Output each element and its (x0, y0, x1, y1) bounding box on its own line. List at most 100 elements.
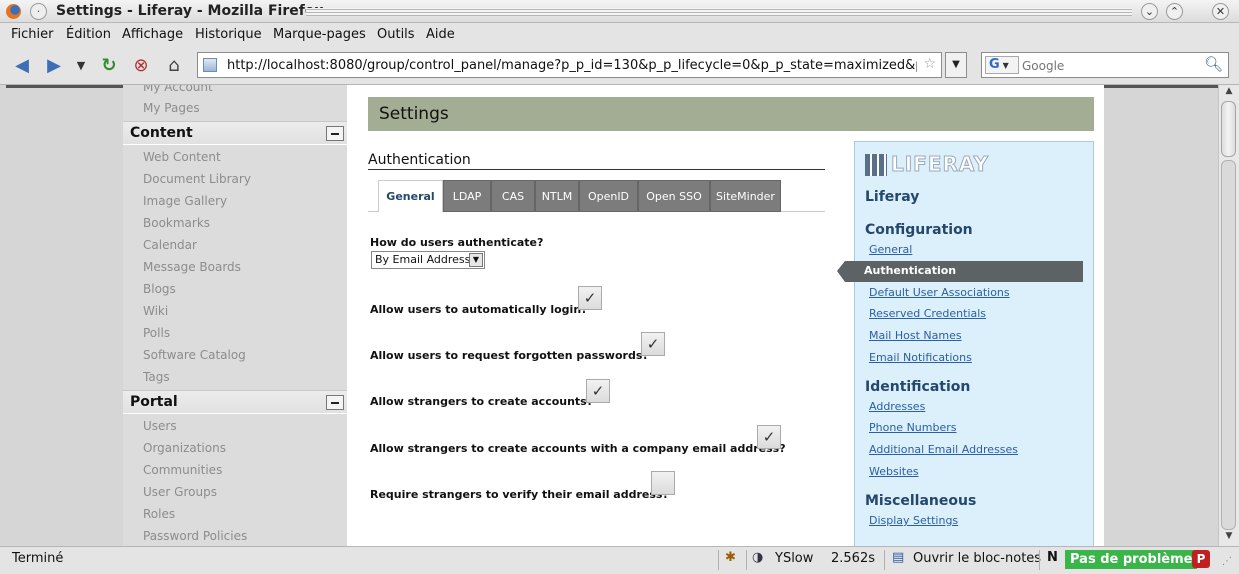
section-divider (368, 169, 825, 170)
health-status-badge[interactable]: Pas de problème (1065, 550, 1198, 569)
configuration-heading: Configuration (865, 222, 973, 238)
page-viewport: My Account My Pages Content Web Content … (0, 85, 1218, 546)
reload-icon[interactable]: ↻ (97, 55, 121, 77)
sidebar-link-message-boards[interactable]: Message Boards (143, 260, 241, 274)
tab-cas[interactable]: CAS (491, 180, 535, 212)
control-panel-sidebar: My Account My Pages Content Web Content … (123, 85, 347, 546)
nav-link-additional-email-addresses[interactable]: Additional Email Addresses (869, 443, 1018, 456)
window-titlebar: · Settings - Liferay - Mozilla Firefox ⌄… (0, 0, 1239, 23)
window-title: Settings - Liferay - Mozilla Firefox (56, 3, 324, 19)
company-name: Liferay (865, 189, 920, 205)
miscellaneous-heading: Miscellaneous (865, 493, 977, 509)
sidebar-link-user-groups[interactable]: User Groups (143, 485, 217, 499)
nav-link-websites[interactable]: Websites (869, 465, 919, 478)
home-icon[interactable]: ⌂ (162, 55, 186, 77)
search-bar[interactable]: G▼ 🔍︎ (981, 52, 1229, 78)
tab-ntlm[interactable]: NTLM (535, 180, 579, 212)
maximize-button[interactable]: ⌃ (1166, 3, 1183, 20)
menu-marque-pages[interactable]: Marque-pages (273, 27, 366, 42)
identification-heading: Identification (865, 379, 971, 395)
portlet-header: Settings (368, 97, 1094, 131)
sidebar-link-image-gallery[interactable]: Image Gallery (143, 194, 227, 208)
yslow-icon[interactable]: ◑ (752, 550, 763, 565)
scrollbar-track[interactable] (1221, 160, 1236, 530)
menu-affichage[interactable]: Affichage (122, 27, 183, 42)
window-menu-button[interactable]: · (30, 3, 47, 20)
sidebar-link-users[interactable]: Users (143, 419, 177, 433)
menu-edition[interactable]: Édition (66, 27, 111, 42)
history-dropdown-icon[interactable]: ▼ (74, 55, 88, 77)
nav-link-default-user-associations[interactable]: Default User Associations (869, 286, 1010, 299)
auto-login-checkbox[interactable]: ✓ (578, 286, 602, 310)
search-engine-selector[interactable]: G ▼ (985, 56, 1019, 74)
menu-historique[interactable]: Historique (195, 27, 262, 42)
nav-link-addresses[interactable]: Addresses (869, 400, 925, 413)
forgot-password-checkbox[interactable]: ✓ (641, 332, 665, 356)
sidebar-link-communities[interactable]: Communities (143, 463, 222, 477)
scroll-down-icon[interactable]: ▼ (1222, 531, 1236, 545)
sidebar-link-software-catalog[interactable]: Software Catalog (143, 348, 246, 362)
notepad-link[interactable]: Ouvrir le bloc-notes (913, 551, 1041, 566)
nav-link-phone-numbers[interactable]: Phone Numbers (869, 421, 957, 434)
auth-method-select[interactable]: By Email Address ▼ (371, 251, 485, 269)
url-bar[interactable]: http://localhost:8080/group/control_pane… (197, 52, 942, 78)
minimize-button[interactable]: ⌄ (1141, 3, 1158, 20)
sidebar-link-web-content[interactable]: Web Content (143, 150, 221, 164)
sidebar-link-password-policies[interactable]: Password Policies (143, 529, 247, 543)
tab-general[interactable]: General (378, 180, 443, 212)
sidebar-link-document-library[interactable]: Document Library (143, 172, 251, 186)
search-input[interactable] (1022, 57, 1202, 75)
nav-link-email-notifications[interactable]: Email Notifications (869, 351, 972, 364)
sidebar-link-bookmarks[interactable]: Bookmarks (143, 216, 210, 230)
sidebar-link-tags[interactable]: Tags (143, 370, 170, 384)
scroll-up-icon[interactable]: ▲ (1222, 86, 1236, 100)
tab-siteminder[interactable]: SiteMinder (710, 180, 781, 212)
menu-aide[interactable]: Aide (426, 27, 455, 42)
tab-openid[interactable]: OpenID (579, 180, 638, 212)
tools-icon[interactable]: ✱ (725, 550, 736, 565)
menu-fichier[interactable]: Fichier (11, 27, 54, 42)
search-icon[interactable]: 🔍︎ (1204, 55, 1223, 73)
verify-email-checkbox[interactable] (651, 471, 675, 495)
page-title: Settings (379, 104, 449, 124)
stop-icon[interactable]: ⊗ (130, 55, 152, 77)
tab-ldap[interactable]: LDAP (443, 180, 491, 212)
strangers-create-checkbox[interactable]: ✓ (586, 379, 610, 403)
pdf-icon[interactable]: P (1192, 550, 1210, 568)
forward-icon[interactable]: ▶ (42, 55, 66, 77)
nav-link-mail-host-names[interactable]: Mail Host Names (869, 329, 962, 342)
scrollbar-thumb[interactable] (1221, 101, 1236, 157)
search-engine-label: G (989, 57, 1000, 72)
sidebar-link-roles[interactable]: Roles (143, 507, 175, 521)
sidebar-link-my-account[interactable]: My Account (143, 85, 213, 94)
vertical-scrollbar[interactable]: ▲ ▼ (1218, 85, 1239, 546)
collapse-button[interactable] (326, 395, 344, 410)
nav-link-authentication-selected[interactable]: Authentication (837, 261, 1083, 282)
close-window-button[interactable]: ✕ (1212, 3, 1229, 20)
notepad-icon[interactable]: ▤ (892, 550, 904, 565)
yslow-label[interactable]: YSlow (775, 551, 813, 566)
noscript-icon[interactable]: N (1047, 550, 1058, 565)
sidebar-link-calendar[interactable]: Calendar (143, 238, 197, 252)
settings-portlet: Settings Authentication General LDAP CAS… (347, 85, 1104, 546)
back-icon[interactable]: ◀ (10, 55, 34, 77)
bookmark-star-icon[interactable]: ☆ (923, 56, 936, 72)
sidebar-link-polls[interactable]: Polls (143, 326, 170, 340)
url-dropdown-button[interactable]: ▼ (945, 52, 967, 78)
resize-grip-icon[interactable]: ⋰ (1222, 556, 1232, 567)
collapse-button[interactable] (326, 126, 344, 141)
logo-mark (865, 154, 887, 176)
sidebar-link-wiki[interactable]: Wiki (143, 304, 168, 318)
nav-link-general[interactable]: General (869, 243, 912, 256)
company-email-checkbox[interactable]: ✓ (757, 425, 781, 449)
url-text[interactable]: http://localhost:8080/group/control_pane… (227, 58, 917, 73)
nav-link-display-settings[interactable]: Display Settings (869, 514, 958, 527)
menu-outils[interactable]: Outils (377, 27, 415, 42)
nav-link-reserved-credentials[interactable]: Reserved Credentials (869, 307, 986, 320)
option-label: Allow strangers to create accounts? (370, 395, 594, 408)
sidebar-link-blogs[interactable]: Blogs (143, 282, 176, 296)
sidebar-link-organizations[interactable]: Organizations (143, 441, 226, 455)
tab-open-sso[interactable]: Open SSO (638, 180, 710, 212)
sidebar-link-my-pages[interactable]: My Pages (143, 101, 200, 115)
option-label: Allow strangers to create accounts with … (370, 442, 786, 455)
